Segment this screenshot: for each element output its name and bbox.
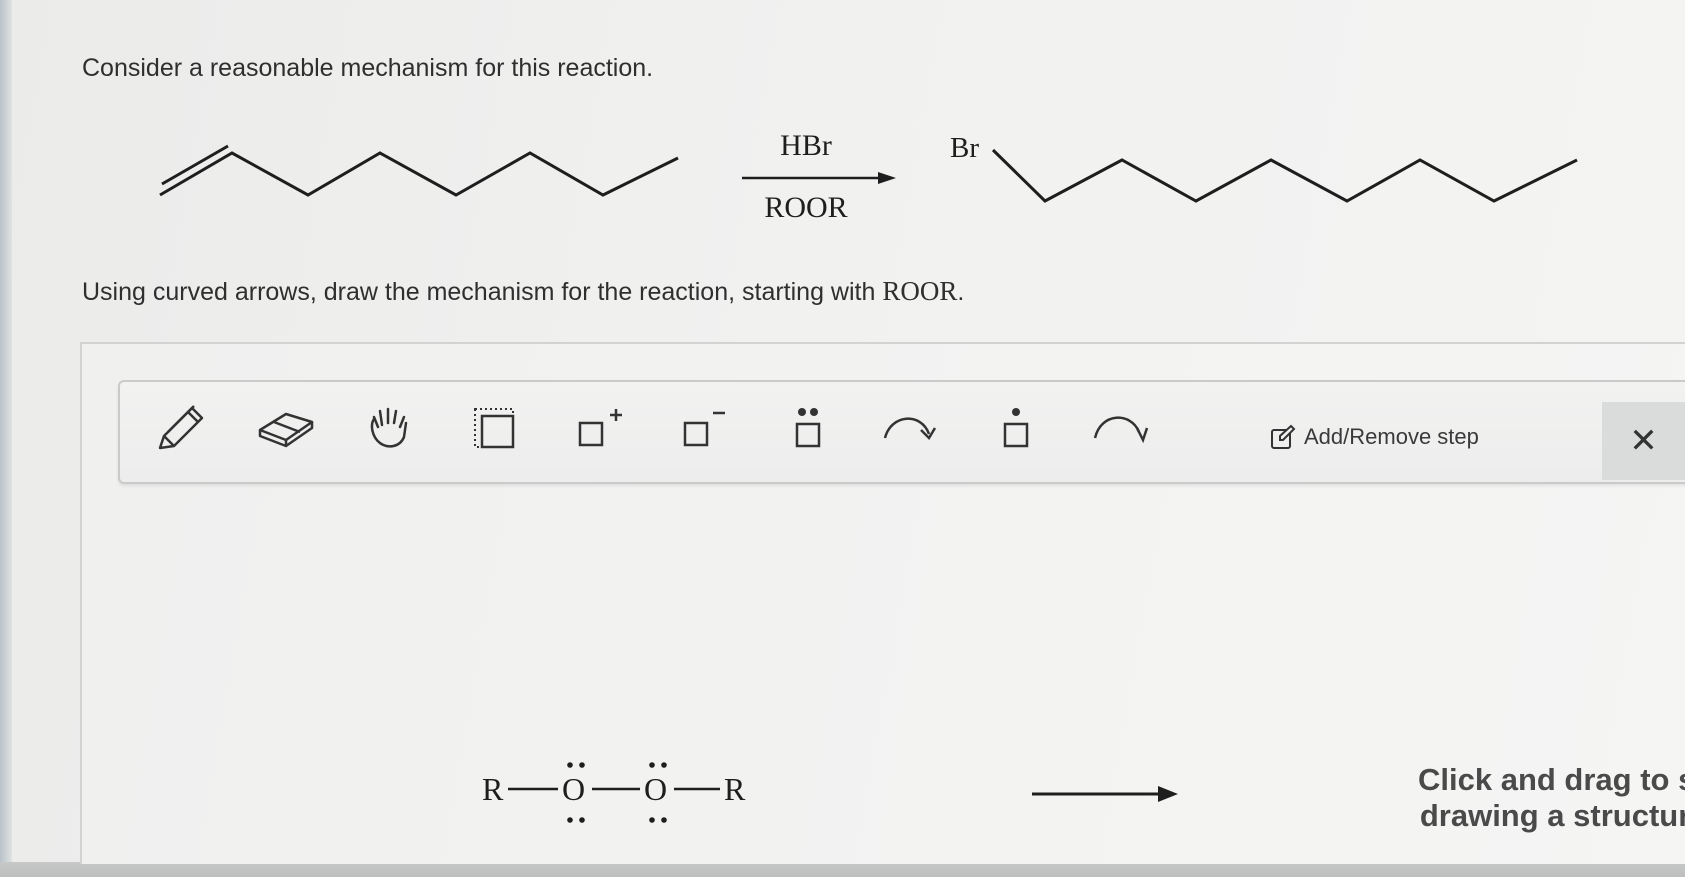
instruction-text: Using curved arrows, draw the mechanism … xyxy=(82,276,964,307)
instruction-main: Using curved arrows, draw the mechanism … xyxy=(82,278,876,306)
negative-charge-button[interactable] xyxy=(676,398,732,458)
hint-line-2: drawing a structure. xyxy=(1419,798,1685,833)
add-remove-step-button[interactable]: Add/Remove step xyxy=(1270,420,1479,454)
instruction-period: . xyxy=(957,278,965,306)
oxygen-2-label: O xyxy=(644,771,667,807)
lone-pair-button[interactable] xyxy=(784,398,832,458)
left-r-label: R xyxy=(482,771,504,807)
hint-line-1: Click and drag to start xyxy=(1418,762,1685,797)
product-br-label: Br xyxy=(950,132,979,164)
single-electron-arrow-icon xyxy=(1093,416,1149,444)
reaction-arrow-head xyxy=(878,172,896,184)
radical-icon xyxy=(1003,408,1029,448)
instruction-reagent: ROOR xyxy=(882,276,958,306)
negative-charge-icon xyxy=(683,411,725,447)
radical-button[interactable] xyxy=(994,398,1038,458)
reagent-roor: ROOR xyxy=(764,191,847,224)
select-box-icon xyxy=(474,408,515,449)
hand-tool-button[interactable] xyxy=(360,398,420,458)
reactant-structure xyxy=(159,144,679,197)
edit-icon xyxy=(1271,424,1296,449)
reaction-scheme: HBr ROOR Br xyxy=(159,129,1578,224)
canvas-hint: Click and drag to start drawing a struct… xyxy=(1418,762,1685,842)
bottom-bar xyxy=(0,862,1685,877)
pencil-tool-button[interactable] xyxy=(150,398,210,458)
positive-charge-button[interactable] xyxy=(570,398,630,458)
positive-charge-icon xyxy=(578,409,622,447)
pencil-icon xyxy=(158,405,204,450)
product-structure xyxy=(991,148,1578,203)
curved-arrow-button[interactable] xyxy=(880,398,940,458)
eraser-icon xyxy=(258,412,314,448)
add-remove-step-label: Add/Remove step xyxy=(1304,424,1479,449)
canvas-arrow-head xyxy=(1158,786,1178,802)
hand-icon xyxy=(370,407,408,448)
oxygen-1-label: O xyxy=(562,771,585,807)
eraser-tool-button[interactable] xyxy=(254,398,318,458)
right-r-label: R xyxy=(724,771,746,807)
curved-arrow-icon xyxy=(883,417,937,441)
single-electron-arrow-button[interactable] xyxy=(1090,398,1150,458)
reagent-hbr: HBr xyxy=(780,129,832,162)
select-tool-button[interactable] xyxy=(466,398,522,458)
close-button[interactable]: ✕ xyxy=(1602,402,1685,480)
lone-pair-icon xyxy=(795,408,821,448)
question-prompt: Consider a reasonable mechanism for this… xyxy=(82,54,654,82)
